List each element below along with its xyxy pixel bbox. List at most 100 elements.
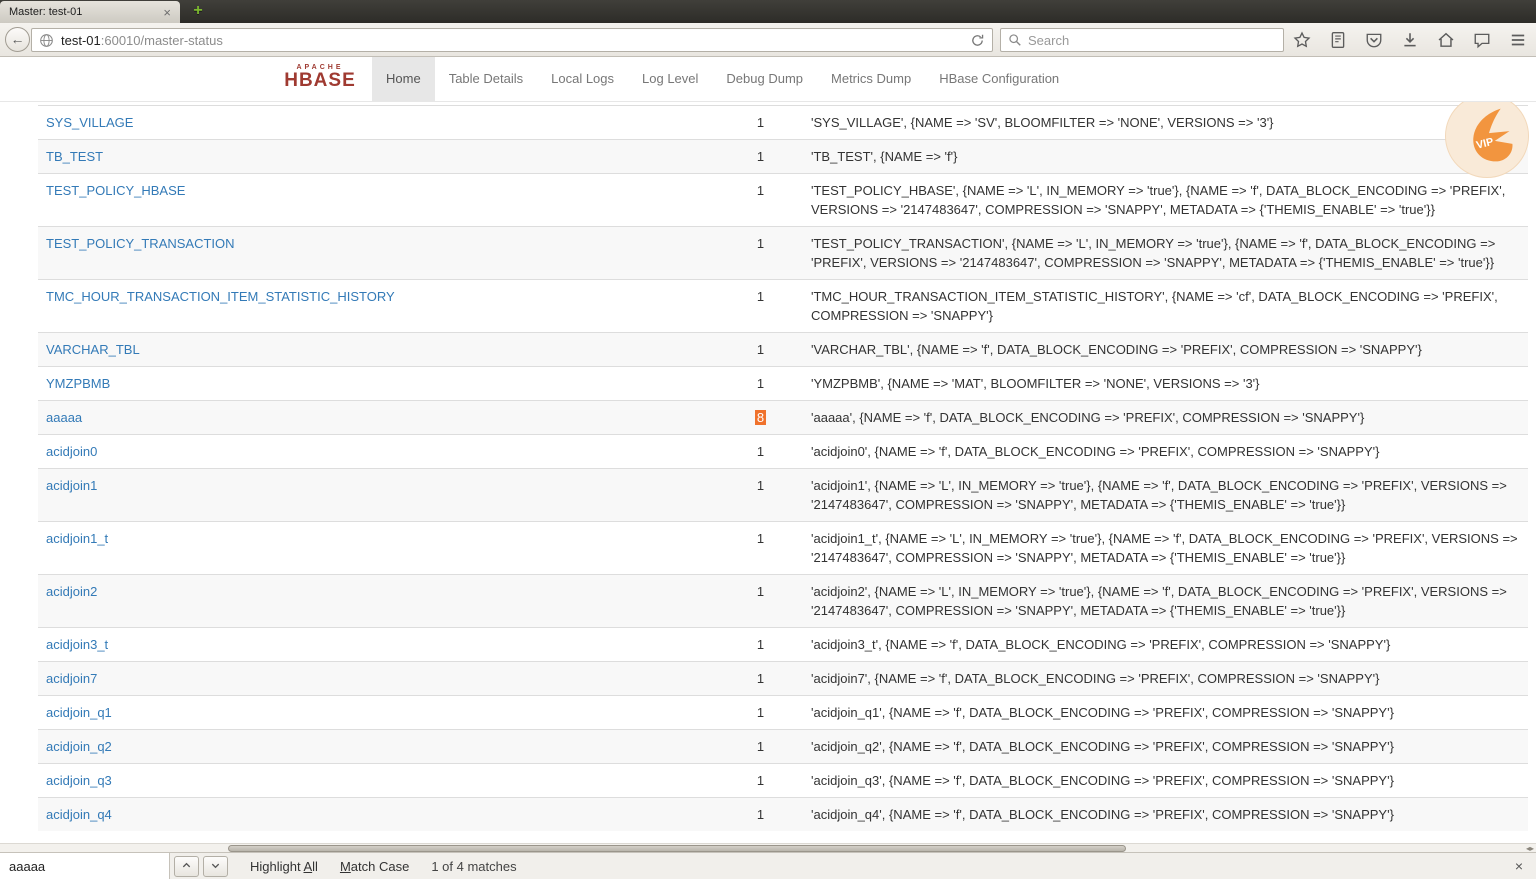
search-bar[interactable]: [1000, 28, 1284, 52]
online-regions-cell: 1: [718, 628, 803, 662]
highlight-all-toggle[interactable]: Highlight All: [250, 859, 318, 874]
nav-item-local-logs[interactable]: Local Logs: [537, 57, 628, 101]
hbase-logo-hbase: HBASE: [283, 71, 357, 90]
globe-icon: [39, 33, 54, 48]
nav-item-metrics-dump[interactable]: Metrics Dump: [817, 57, 925, 101]
table-description-cell: 'YMZPBMB', {NAME => 'MAT', BLOOMFILTER =…: [803, 367, 1528, 401]
table-row: acidjoin_q21'acidjoin_q2', {NAME => 'f',…: [38, 730, 1528, 764]
table-link[interactable]: acidjoin1: [46, 478, 97, 493]
online-regions-cell: 1: [718, 696, 803, 730]
table-link[interactable]: acidjoin0: [46, 444, 97, 459]
browser-toolbar: ← test-01 :60010/master-status: [0, 23, 1536, 57]
online-regions-cell: 1: [718, 575, 803, 628]
table-link[interactable]: acidjoin3_t: [46, 637, 108, 652]
table-link[interactable]: SYS_VILLAGE: [46, 115, 133, 130]
reload-icon[interactable]: [970, 33, 985, 48]
table-row: aaaaa8'aaaaa', {NAME => 'f', DATA_BLOCK_…: [38, 401, 1528, 435]
online-regions-cell: 1: [718, 174, 803, 227]
table-name-cell: acidjoin7: [38, 662, 718, 696]
nav-item-log-level[interactable]: Log Level: [628, 57, 712, 101]
online-regions-cell: 1: [718, 435, 803, 469]
downloads-icon[interactable]: [1399, 30, 1420, 51]
table-link[interactable]: acidjoin_q1: [46, 705, 112, 720]
online-regions-cell: 1: [718, 730, 803, 764]
online-regions-cell: 1: [718, 367, 803, 401]
table-description-cell: 'SYS_VILLAGE', {NAME => 'SV', BLOOMFILTE…: [803, 106, 1528, 140]
online-regions-cell: 1: [718, 798, 803, 832]
online-regions-value: 1: [757, 183, 764, 198]
online-regions-value: 1: [757, 637, 764, 652]
match-case-label: atch Case: [351, 859, 410, 874]
match-case-toggle[interactable]: Match Case: [340, 859, 409, 874]
online-regions-value: 1: [757, 342, 764, 357]
pocket-icon[interactable]: [1363, 30, 1384, 51]
table-row: acidjoin_q11'acidjoin_q1', {NAME => 'f',…: [38, 696, 1528, 730]
table-link[interactable]: YMZPBMB: [46, 376, 110, 391]
online-regions-value: 1: [757, 584, 764, 599]
find-next-button[interactable]: [203, 856, 228, 877]
tab-close-icon[interactable]: ×: [163, 6, 171, 19]
table-link[interactable]: acidjoin_q3: [46, 773, 112, 788]
online-regions-cell: 1: [718, 469, 803, 522]
vip-bird-badge: VIP: [1444, 102, 1530, 179]
table-description-cell: 'TMC_HOUR_TRANSACTION_ITEM_STATISTIC_HIS…: [803, 280, 1528, 333]
table-link[interactable]: TMC_HOUR_TRANSACTION_ITEM_STATISTIC_HIST…: [46, 289, 395, 304]
online-regions-value: 1: [757, 478, 764, 493]
back-button[interactable]: ←: [5, 27, 30, 52]
online-regions-cell: 1: [718, 662, 803, 696]
table-link[interactable]: acidjoin7: [46, 671, 97, 686]
table-link[interactable]: acidjoin1_t: [46, 531, 108, 546]
table-row: acidjoin1_t1'acidjoin1_t', {NAME => 'L',…: [38, 522, 1528, 575]
new-tab-button[interactable]: +: [186, 2, 210, 21]
browser-tab[interactable]: Master: test-01 ×: [0, 1, 180, 23]
app-menu-icon[interactable]: [1507, 30, 1528, 51]
home-icon[interactable]: [1435, 30, 1456, 51]
online-regions-value: 1: [757, 671, 764, 686]
table-description-cell: 'acidjoin0', {NAME => 'f', DATA_BLOCK_EN…: [803, 435, 1528, 469]
online-regions-cell: 1: [718, 522, 803, 575]
nav-item-hbase-configuration[interactable]: HBase Configuration: [925, 57, 1073, 101]
table-name-cell: acidjoin1_t: [38, 522, 718, 575]
table-name-cell: SYS_VILLAGE: [38, 106, 718, 140]
online-regions-value: 1: [757, 289, 764, 304]
find-input[interactable]: [0, 853, 170, 879]
online-regions-cell: 1: [718, 764, 803, 798]
table-link[interactable]: TEST_POLICY_HBASE: [46, 183, 185, 198]
table-name-cell: TMC_HOUR_TRANSACTION_ITEM_STATISTIC_HIST…: [38, 280, 718, 333]
bookmarks-menu-icon[interactable]: [1327, 30, 1348, 51]
horizontal-scrollbar[interactable]: ◂▸: [0, 843, 1536, 852]
table-link[interactable]: TB_TEST: [46, 149, 103, 164]
nav-item-table-details[interactable]: Table Details: [435, 57, 537, 101]
table-name-cell: acidjoin_q4: [38, 798, 718, 832]
nav-item-home[interactable]: Home: [372, 57, 435, 101]
hello-chat-icon[interactable]: [1471, 30, 1492, 51]
online-regions-value: 1: [757, 773, 764, 788]
online-regions-value: 1: [757, 531, 764, 546]
page-content: VIP SYS_VILLAGE 1 'SYS_VILLAGE', {NAME => …: [0, 102, 1536, 843]
table-link[interactable]: acidjoin_q2: [46, 739, 112, 754]
url-host: test-01: [61, 33, 101, 48]
table-link[interactable]: aaaaa: [46, 410, 82, 425]
find-previous-button[interactable]: [174, 856, 199, 877]
find-close-icon[interactable]: ×: [1515, 858, 1523, 874]
table-description-cell: 'TB_TEST', {NAME => 'f'}: [803, 140, 1528, 174]
horizontal-scrollbar-thumb[interactable]: [228, 845, 1126, 852]
nav-item-debug-dump[interactable]: Debug Dump: [712, 57, 817, 101]
user-tables: SYS_VILLAGE 1 'SYS_VILLAGE', {NAME => 'SV'…: [38, 105, 1528, 831]
table-name-cell: acidjoin2: [38, 575, 718, 628]
url-bar[interactable]: test-01 :60010/master-status: [31, 28, 993, 52]
user-tables-wrap: SYS_VILLAGE 1 'SYS_VILLAGE', {NAME => 'SV'…: [38, 105, 1528, 831]
table-description-cell: 'acidjoin_q4', {NAME => 'f', DATA_BLOCK_…: [803, 798, 1528, 832]
table-link[interactable]: acidjoin_q4: [46, 807, 112, 822]
search-icon: [1008, 33, 1022, 47]
hbase-logo: APACHE HBASE: [283, 64, 357, 90]
table-link[interactable]: acidjoin2: [46, 584, 97, 599]
table-row: acidjoin3_t1'acidjoin3_t', {NAME => 'f',…: [38, 628, 1528, 662]
search-input[interactable]: [1028, 33, 1276, 48]
table-link[interactable]: VARCHAR_TBL: [46, 342, 140, 357]
table-row: TB_TEST1'TB_TEST', {NAME => 'f'}: [38, 140, 1528, 174]
table-link[interactable]: TEST_POLICY_TRANSACTION: [46, 236, 235, 251]
online-regions-value: 1: [757, 115, 764, 130]
online-regions-cell: 1: [718, 333, 803, 367]
bookmark-star-icon[interactable]: [1291, 30, 1312, 51]
